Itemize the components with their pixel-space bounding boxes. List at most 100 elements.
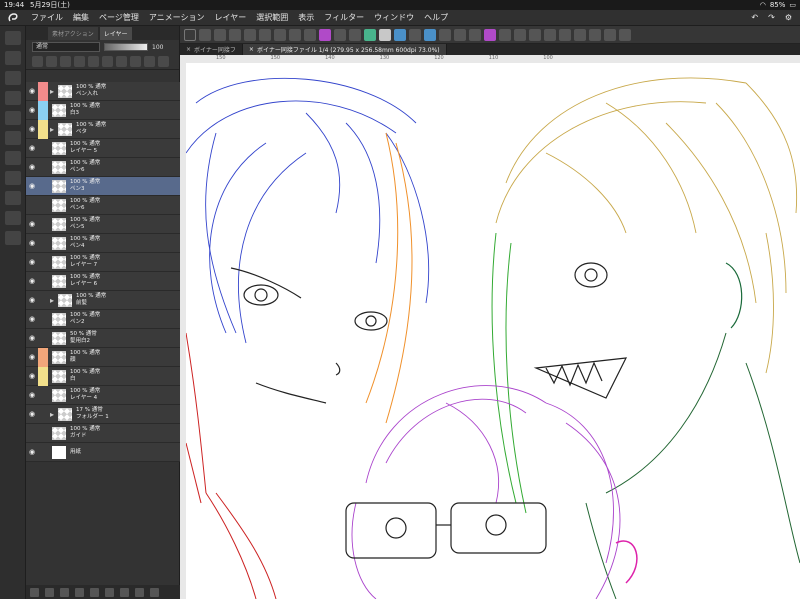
layer-row[interactable]: ◉ 100 % 通常 ペン6 xyxy=(26,158,180,177)
menu-window[interactable]: ウィンドウ xyxy=(369,12,419,23)
layer-tool-icon[interactable] xyxy=(46,56,57,67)
navigator-icon[interactable] xyxy=(4,71,21,85)
new-folder-icon[interactable] xyxy=(60,587,69,597)
merge-icon[interactable] xyxy=(90,587,99,597)
eye-icon[interactable]: ◉ xyxy=(26,329,38,348)
tab-document-1[interactable]: × ボイナー同接フ xyxy=(180,44,243,55)
eye-icon[interactable]: ◉ xyxy=(26,234,38,253)
layer-row[interactable]: ◉ 100 % 通常 レイヤー 5 xyxy=(26,139,180,158)
layer-tool-icon[interactable] xyxy=(144,56,155,67)
layer-row[interactable]: ◉ 100 % 通常 レイヤー 6 xyxy=(26,272,180,291)
layer-row[interactable]: 100 % 通常 ペン6 xyxy=(26,196,180,215)
layer-row[interactable]: ◉ 50 % 通常 髪用白2 xyxy=(26,329,180,348)
layer-row[interactable]: ◉ 100 % 通常 ペン3 xyxy=(26,177,180,196)
tool-icon[interactable] xyxy=(394,28,406,41)
layer-row[interactable]: ◉ 100 % 通常 レイヤー 7 xyxy=(26,253,180,272)
app-logo-icon[interactable] xyxy=(0,10,26,26)
eye-icon[interactable]: ◉ xyxy=(26,139,38,158)
eye-icon[interactable]: ◉ xyxy=(26,120,38,139)
layer-row[interactable]: ◉ 100 % 通常 ペン4 xyxy=(26,234,180,253)
color-wheel-icon[interactable] xyxy=(4,131,21,145)
tool-icon[interactable] xyxy=(214,28,226,41)
eye-icon[interactable]: ◉ xyxy=(26,310,38,329)
new-vector-layer-icon[interactable] xyxy=(45,587,54,597)
tool-icon[interactable] xyxy=(439,28,451,41)
layer-tool-icon[interactable] xyxy=(102,56,113,67)
pen-tool-icon[interactable] xyxy=(4,31,21,45)
tool-icon[interactable] xyxy=(574,28,586,41)
layer-row[interactable]: ◉ 100 % 通常顔 xyxy=(26,347,180,367)
menu-filter[interactable]: フィルター xyxy=(319,12,369,23)
eye-icon[interactable]: ◉ xyxy=(26,177,38,196)
tool-icon[interactable] xyxy=(304,28,316,41)
new-raster-layer-icon[interactable] xyxy=(30,587,39,597)
layer-row[interactable]: ◉ 100 % 通常白 xyxy=(26,366,180,386)
menu-selection[interactable]: 選択範囲 xyxy=(251,12,293,23)
eye-icon[interactable]: ◉ xyxy=(26,348,38,367)
drawing-canvas[interactable] xyxy=(186,63,800,599)
redo-icon[interactable]: ↷ xyxy=(768,13,775,22)
undo-icon[interactable]: ↶ xyxy=(751,13,758,22)
tool-icon[interactable] xyxy=(334,28,346,41)
layer-tool-icon[interactable] xyxy=(116,56,127,67)
close-icon[interactable]: × xyxy=(186,46,191,53)
tool-icon[interactable] xyxy=(244,28,256,41)
tool-icon[interactable] xyxy=(379,28,391,41)
eye-icon[interactable]: ◉ xyxy=(26,101,38,120)
layer-tool-icon[interactable] xyxy=(32,56,43,67)
layer-row[interactable]: ◉ 100 % 通常 ペン5 xyxy=(26,215,180,234)
tab-document-2[interactable]: × ボイナー同接ファイル 1/4 (279.95 x 256.58mm 600d… xyxy=(242,44,447,55)
eraser-tool-icon[interactable] xyxy=(4,51,21,65)
eye-icon[interactable]: ◉ xyxy=(26,272,38,291)
delete-layer-icon[interactable] xyxy=(150,587,159,597)
tool-icon[interactable] xyxy=(559,28,571,41)
menu-file[interactable]: ファイル xyxy=(26,12,68,23)
tool-icon[interactable] xyxy=(424,28,436,41)
eye-icon[interactable]: ◉ xyxy=(26,82,38,101)
tool-icon[interactable] xyxy=(229,28,241,41)
eye-icon[interactable] xyxy=(26,196,38,215)
clip-icon[interactable] xyxy=(120,587,129,597)
tab-layer[interactable]: レイヤー xyxy=(99,26,132,40)
tool-icon[interactable] xyxy=(499,28,511,41)
close-icon[interactable]: × xyxy=(249,46,254,53)
settings-icon[interactable]: ⚙ xyxy=(785,13,792,22)
info-icon[interactable] xyxy=(4,211,21,225)
layers-stack-icon[interactable] xyxy=(4,231,21,245)
layer-row[interactable]: ◉ ▸ 100 % 通常 前髪 xyxy=(26,291,180,310)
opacity-slider[interactable] xyxy=(104,43,148,51)
eye-icon[interactable]: ◉ xyxy=(26,443,38,462)
opacity-value[interactable]: 100 xyxy=(152,44,163,51)
layer-property-icon[interactable] xyxy=(4,111,21,125)
eye-icon[interactable]: ◉ xyxy=(26,253,38,272)
menu-animation[interactable]: アニメーション xyxy=(144,12,210,23)
eye-icon[interactable] xyxy=(26,424,38,443)
folder-icon[interactable]: ▸ xyxy=(50,410,54,419)
lock-icon[interactable] xyxy=(74,56,85,67)
copy-layer-icon[interactable] xyxy=(105,587,114,597)
tool-icon[interactable] xyxy=(454,28,466,41)
tool-icon[interactable] xyxy=(274,28,286,41)
tool-icon[interactable] xyxy=(589,28,601,41)
tool-icon[interactable] xyxy=(514,28,526,41)
folder-icon[interactable]: ▸ xyxy=(50,125,54,134)
menu-page[interactable]: ページ管理 xyxy=(94,12,144,23)
tool-icon[interactable] xyxy=(529,28,541,41)
layer-row[interactable]: ◉ 100 % 通常 ペン2 xyxy=(26,310,180,329)
layer-row[interactable]: ◉ 用紙 xyxy=(26,443,180,462)
tool-icon[interactable] xyxy=(349,28,361,41)
layer-row[interactable]: ◉ 100 % 通常 白3 xyxy=(26,100,180,120)
hamburger-icon[interactable] xyxy=(184,28,196,41)
layer-tool-icon[interactable] xyxy=(130,56,141,67)
tool-icon[interactable] xyxy=(364,28,376,41)
tool-icon[interactable] xyxy=(469,28,481,41)
lock-icon[interactable] xyxy=(135,587,144,597)
tool-icon[interactable] xyxy=(619,28,631,41)
layer-tool-icon[interactable] xyxy=(60,56,71,67)
material-icon[interactable] xyxy=(4,171,21,185)
layer-row[interactable]: ◉ ▸ 17 % 通常 フォルダー 1 xyxy=(26,405,180,424)
tool-icon[interactable] xyxy=(484,28,496,41)
folder-icon[interactable]: ▸ xyxy=(50,87,54,96)
tool-icon[interactable] xyxy=(199,28,211,41)
eye-icon[interactable]: ◉ xyxy=(26,386,38,405)
